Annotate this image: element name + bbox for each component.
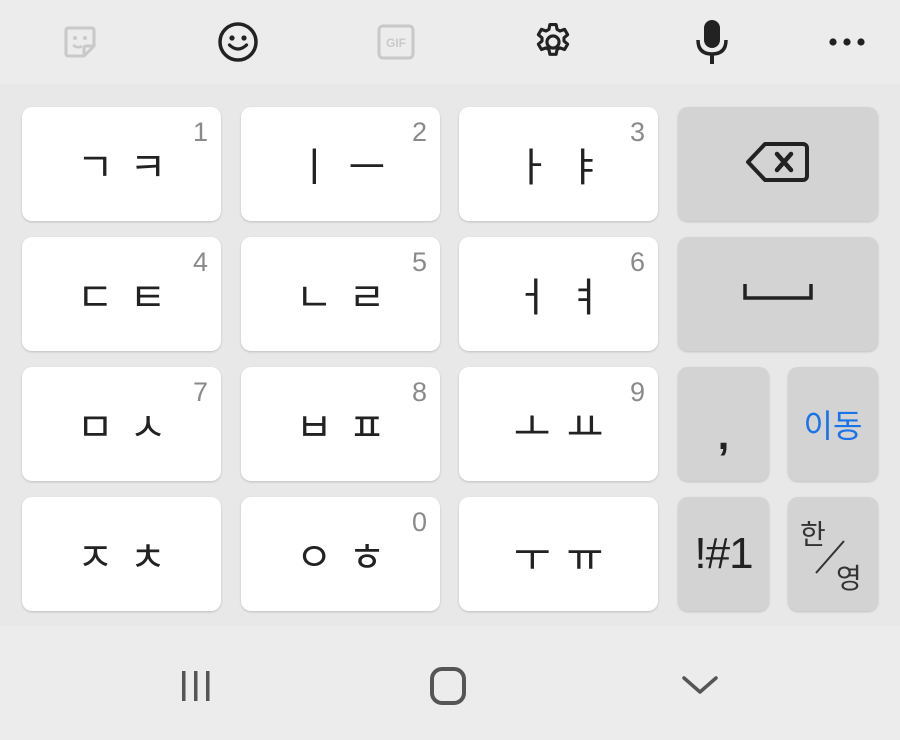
space-icon xyxy=(742,281,814,307)
system-navigation-bar xyxy=(0,626,900,740)
space-key[interactable] xyxy=(678,237,878,351)
lang-bottom-label: 영 xyxy=(836,562,862,595)
key-ieung-hieut[interactable]: ㅇㅎ 0 xyxy=(241,497,440,611)
chevron-down-icon[interactable] xyxy=(670,656,730,716)
microphone-icon[interactable] xyxy=(682,12,742,72)
gif-icon[interactable]: GIF xyxy=(366,12,426,72)
key-bieup-pieup[interactable]: ㅂㅍ 8 xyxy=(241,367,440,481)
key-label: ㄱㅋ xyxy=(76,145,183,191)
symbols-key[interactable]: !#1 xyxy=(678,497,769,611)
key-number: 4 xyxy=(192,247,208,277)
key-number: 2 xyxy=(411,117,427,147)
key-number: 1 xyxy=(192,117,208,147)
key-o-yo[interactable]: ㅗㅛ 9 xyxy=(459,367,658,481)
key-i-eu[interactable]: ㅣㅡ 2 xyxy=(241,107,440,221)
key-nieun-rieul[interactable]: ㄴㄹ 5 xyxy=(241,237,440,351)
symbols-label: !#1 xyxy=(694,529,753,578)
key-digeut-tieut[interactable]: ㄷㅌ 4 xyxy=(22,237,221,351)
key-label: ㅇㅎ xyxy=(295,535,402,581)
sticker-icon[interactable] xyxy=(50,12,110,72)
key-label: ㅗㅛ xyxy=(513,405,620,451)
key-jieut-chieut[interactable]: ㅈㅊ xyxy=(22,497,221,611)
key-mieum-siot[interactable]: ㅁㅅ 7 xyxy=(22,367,221,481)
key-number: 9 xyxy=(629,377,645,407)
backspace-key[interactable] xyxy=(678,107,878,221)
comma-key[interactable]: , xyxy=(678,367,769,481)
gif-label: GIF xyxy=(386,36,406,50)
key-number: 8 xyxy=(411,377,427,407)
key-label: ㅁㅅ xyxy=(76,405,183,451)
key-label: ㅏㅑ xyxy=(513,145,620,191)
key-u-yu[interactable]: ㅜㅠ xyxy=(459,497,658,611)
key-a-ya[interactable]: ㅏㅑ 3 xyxy=(459,107,658,221)
settings-icon[interactable] xyxy=(523,12,583,72)
move-key[interactable]: 이동 xyxy=(788,367,878,481)
key-label: ㅣㅡ xyxy=(295,145,402,191)
keyboard-area: ㄱㅋ 1 ㅣㅡ 2 ㅏㅑ 3 ㄷㅌ 4 ㄴㄹ 5 ㅓㅕ 6 ㅁㅅ 7 ㅂㅍ 8 … xyxy=(0,84,900,626)
key-number: 0 xyxy=(411,507,427,537)
key-label: ㄴㄹ xyxy=(295,275,402,321)
key-number: 7 xyxy=(192,377,208,407)
home-icon[interactable] xyxy=(418,656,478,716)
key-label: ㅜㅠ xyxy=(513,535,620,581)
key-label: ㅂㅍ xyxy=(295,405,402,451)
key-label: ㅓㅕ xyxy=(513,275,620,321)
key-number: 6 xyxy=(629,247,645,277)
language-toggle-key[interactable]: 한 영 xyxy=(788,497,878,611)
more-icon[interactable] xyxy=(817,12,877,72)
key-eo-yeo[interactable]: ㅓㅕ 6 xyxy=(459,237,658,351)
key-giyeok-kieuk[interactable]: ㄱㅋ 1 xyxy=(22,107,221,221)
key-label: ㅈㅊ xyxy=(76,535,183,581)
emoji-icon[interactable] xyxy=(208,12,268,72)
keyboard-toolbar: GIF xyxy=(0,0,900,84)
key-label: ㄷㅌ xyxy=(76,275,183,321)
recent-apps-icon[interactable] xyxy=(166,656,226,716)
key-number: 5 xyxy=(411,247,427,277)
backspace-icon xyxy=(745,140,811,188)
move-label: 이동 xyxy=(803,407,863,445)
key-number: 3 xyxy=(629,117,645,147)
comma-label: , xyxy=(717,411,730,458)
